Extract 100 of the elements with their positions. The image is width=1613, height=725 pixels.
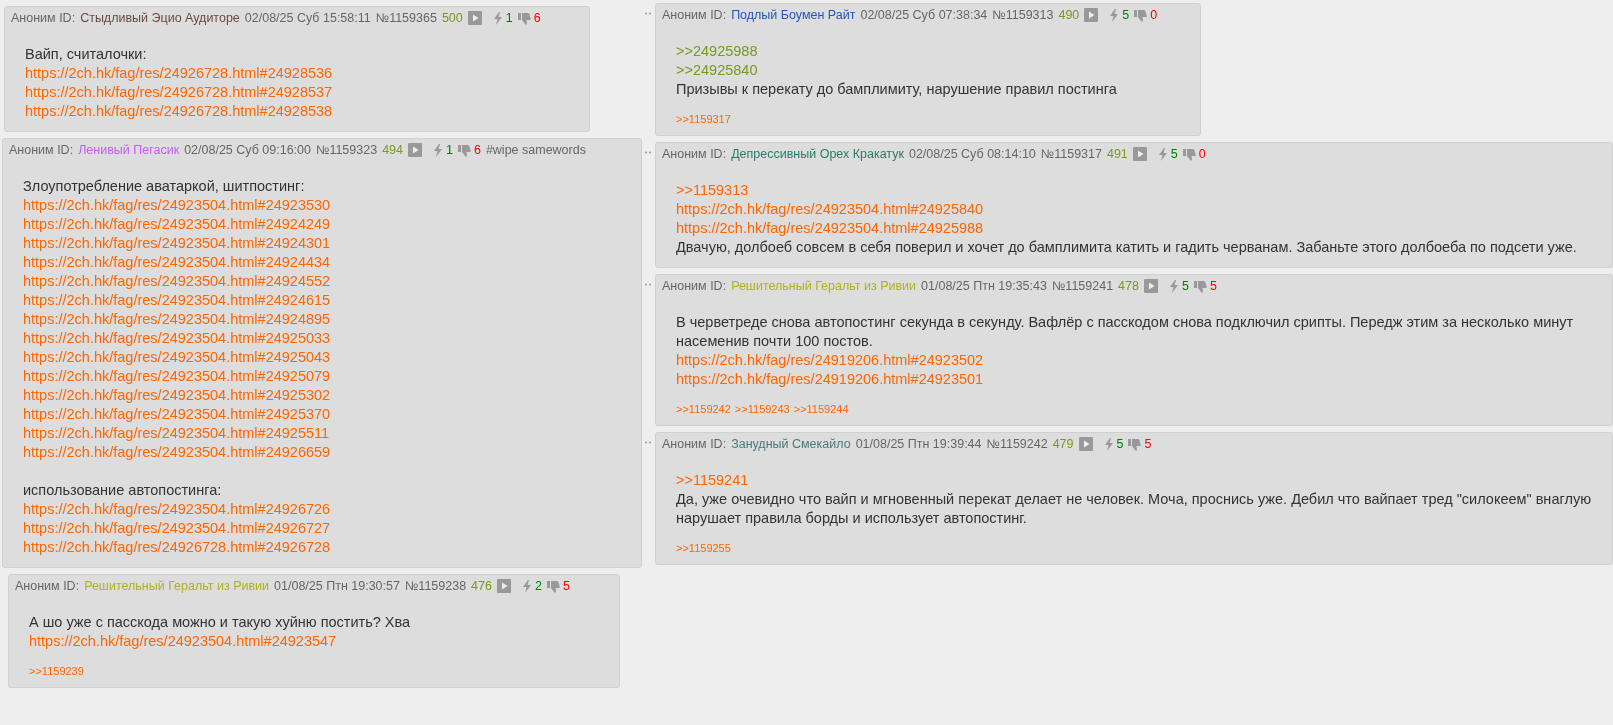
like-count: 5	[1116, 437, 1124, 451]
link[interactable]: https://2ch.hk/fag/res/24923504.html#24926659	[23, 443, 621, 462]
link[interactable]: https://2ch.hk/fag/res/24923504.html#24924249	[23, 215, 621, 234]
link[interactable]: https://2ch.hk/fag/res/24923504.html#24925033	[23, 329, 621, 348]
link[interactable]: https://2ch.hk/fag/res/24923504.html#24923530	[23, 196, 621, 215]
post-number[interactable]: №1159241	[1051, 279, 1114, 293]
play-icon[interactable]	[496, 579, 511, 593]
reply-link[interactable]: >>1159241	[676, 471, 1592, 490]
drag-handle-icon[interactable]	[645, 441, 651, 444]
link[interactable]: https://2ch.hk/fag/res/24923504.html#24925511	[23, 424, 621, 443]
post-date: 02/08/25 Суб 08:14:10	[908, 147, 1036, 161]
like-count: 1	[446, 143, 453, 157]
poster-name: Решительный Геральт из Ривии	[731, 279, 917, 293]
link[interactable]: https://2ch.hk/fag/res/24923504.html#24925988	[676, 219, 1592, 238]
reply-link[interactable]: >>1159239	[29, 665, 84, 677]
link[interactable]: https://2ch.hk/fag/res/24923504.html#24925840	[676, 200, 1592, 219]
link[interactable]: https://2ch.hk/fag/res/24923504.html#24926727	[23, 519, 621, 538]
lightning-icon[interactable]	[1168, 279, 1179, 293]
link[interactable]: https://2ch.hk/fag/res/24923504.html#24924301	[23, 234, 621, 253]
link[interactable]: https://2ch.hk/fag/res/24923504.html#24923547	[29, 632, 599, 651]
play-icon[interactable]	[1078, 437, 1093, 451]
thumbs-down-icon[interactable]	[1134, 8, 1148, 22]
reply-link[interactable]: >>1159243	[734, 403, 790, 415]
post-count: 494	[382, 143, 403, 157]
thumbs-down-icon[interactable]	[1193, 279, 1207, 293]
post-date: 02/08/25 Суб 09:16:00	[184, 143, 311, 157]
author-label: Аноним ID:	[9, 143, 74, 157]
post-number[interactable]: №1159242	[986, 437, 1048, 451]
link[interactable]: https://2ch.hk/fag/res/24919206.html#24923501	[676, 370, 1592, 389]
like-count: 1	[505, 11, 513, 25]
author-label: Аноним ID:	[11, 11, 76, 25]
play-icon[interactable]	[467, 11, 482, 25]
reply-link[interactable]: >>1159317	[676, 113, 731, 125]
lightning-icon[interactable]	[1157, 147, 1168, 161]
dislike-count: 5	[1144, 437, 1152, 451]
link[interactable]: https://2ch.hk/fag/res/24926728.html#24928538	[25, 102, 569, 121]
thumbs-down-icon[interactable]	[517, 11, 531, 25]
post-text: Да, уже очевидно что вайп и мгновенный перекат делает не человек. Моча, проснись уже. Дебил что вайпает тред "силокеем" внаглую нарушает правила борды и использует автопостинг.	[676, 490, 1592, 528]
link[interactable]: https://2ch.hk/fag/res/24923504.html#24925302	[23, 386, 621, 405]
thumbs-down-icon[interactable]	[546, 579, 560, 593]
link[interactable]: https://2ch.hk/fag/res/24923504.html#24925043	[23, 348, 621, 367]
play-icon[interactable]	[1084, 8, 1099, 22]
drag-handle-icon[interactable]	[645, 151, 651, 154]
reply-link[interactable]: >>1159244	[793, 403, 849, 415]
thumbs-down-icon[interactable]	[1128, 437, 1142, 451]
quote-link[interactable]: >>24925988	[676, 42, 1180, 61]
link[interactable]: https://2ch.hk/fag/res/24923504.html#24924434	[23, 253, 621, 272]
dislike-count: 6	[473, 143, 481, 157]
thumbs-down-icon[interactable]	[1182, 147, 1196, 161]
post-text: Призывы к перекату до бамплимиту, нарушение правил постинга	[676, 80, 1118, 99]
post-number[interactable]: №1159365	[375, 11, 437, 25]
post-text: Вайп, считалочки:	[25, 45, 148, 64]
post-date: 01/08/25 Птн 19:39:44	[855, 437, 982, 451]
link[interactable]: https://2ch.hk/fag/res/24926728.html#24928536	[25, 64, 569, 83]
post-date: 01/08/25 Птн 19:30:57	[274, 579, 400, 593]
like-count: 2	[534, 579, 542, 593]
lightning-icon[interactable]	[433, 143, 443, 157]
post-count: 476	[471, 579, 492, 593]
play-icon[interactable]	[408, 143, 422, 157]
post-number[interactable]: №1159323	[315, 143, 378, 157]
dislike-count: 5	[1209, 279, 1217, 293]
reply-link[interactable]: >>1159255	[676, 542, 731, 554]
link[interactable]: https://2ch.hk/fag/res/24923504.html#24924552	[23, 272, 621, 291]
post-number[interactable]: №1159317	[1040, 147, 1102, 161]
link[interactable]: https://2ch.hk/fag/res/24919206.html#24923502	[676, 351, 1592, 370]
post-text: В черветреде снова автопостинг секунда в секунду. Вафлёр с пасскодом снова подключил срипты. Передж этим за несколько минут насеменив почти 100 постов.	[676, 313, 1575, 351]
link[interactable]: https://2ch.hk/fag/res/24923504.html#24925370	[23, 405, 621, 424]
post-number[interactable]: №1159238	[404, 579, 467, 593]
poster-name: Решительный Геральт из Ривии	[84, 579, 270, 593]
reply-link[interactable]: >>1159313	[676, 181, 1592, 200]
play-icon[interactable]	[1143, 279, 1158, 293]
lightning-icon[interactable]	[1109, 8, 1120, 22]
link[interactable]: https://2ch.hk/fag/res/24923504.html#24926726	[23, 500, 621, 519]
author-label: Аноним ID:	[662, 147, 727, 161]
thumbs-down-icon[interactable]	[457, 143, 471, 157]
post-count: 500	[441, 11, 463, 25]
dislike-count: 0	[1198, 147, 1206, 161]
link[interactable]: https://2ch.hk/fag/res/24926728.html#24926728	[23, 538, 621, 557]
post-text: А шо уже с пасскода можно и такую хуйню постить? Хва	[29, 613, 412, 632]
drag-handle-icon[interactable]	[645, 283, 651, 286]
poster-name: Стыдливый Эцио Аудиторе	[80, 11, 240, 25]
link[interactable]: https://2ch.hk/fag/res/24923504.html#24924615	[23, 291, 621, 310]
drag-handle-icon[interactable]	[645, 12, 651, 15]
reply-link[interactable]: >>1159242	[676, 403, 731, 415]
like-count: 5	[1181, 279, 1189, 293]
post-text: использование автопостинга:	[23, 481, 223, 500]
post-text: Двачую, долбоеб совсем в себя поверил и хочет до бамплимита катить и гадить черванам. Забаньте этого долбоеба по подсети уже.	[676, 238, 1578, 257]
author-label: Аноним ID:	[15, 579, 80, 593]
link[interactable]: https://2ch.hk/fag/res/24926728.html#24928537	[25, 83, 569, 102]
lightning-icon[interactable]	[492, 11, 503, 25]
dislike-count: 6	[533, 11, 541, 25]
post-number[interactable]: №1159313	[992, 8, 1054, 22]
lightning-icon[interactable]	[1103, 437, 1114, 451]
play-icon[interactable]	[1132, 147, 1147, 161]
quote-link[interactable]: >>24925840	[676, 61, 1180, 80]
link[interactable]: https://2ch.hk/fag/res/24923504.html#24924895	[23, 310, 621, 329]
post-tags: #wipe samewords	[485, 143, 586, 157]
link[interactable]: https://2ch.hk/fag/res/24923504.html#24925079	[23, 367, 621, 386]
lightning-icon[interactable]	[521, 579, 532, 593]
post-text: Злоупотребление аватаркой, шитпостинг:	[23, 177, 306, 196]
